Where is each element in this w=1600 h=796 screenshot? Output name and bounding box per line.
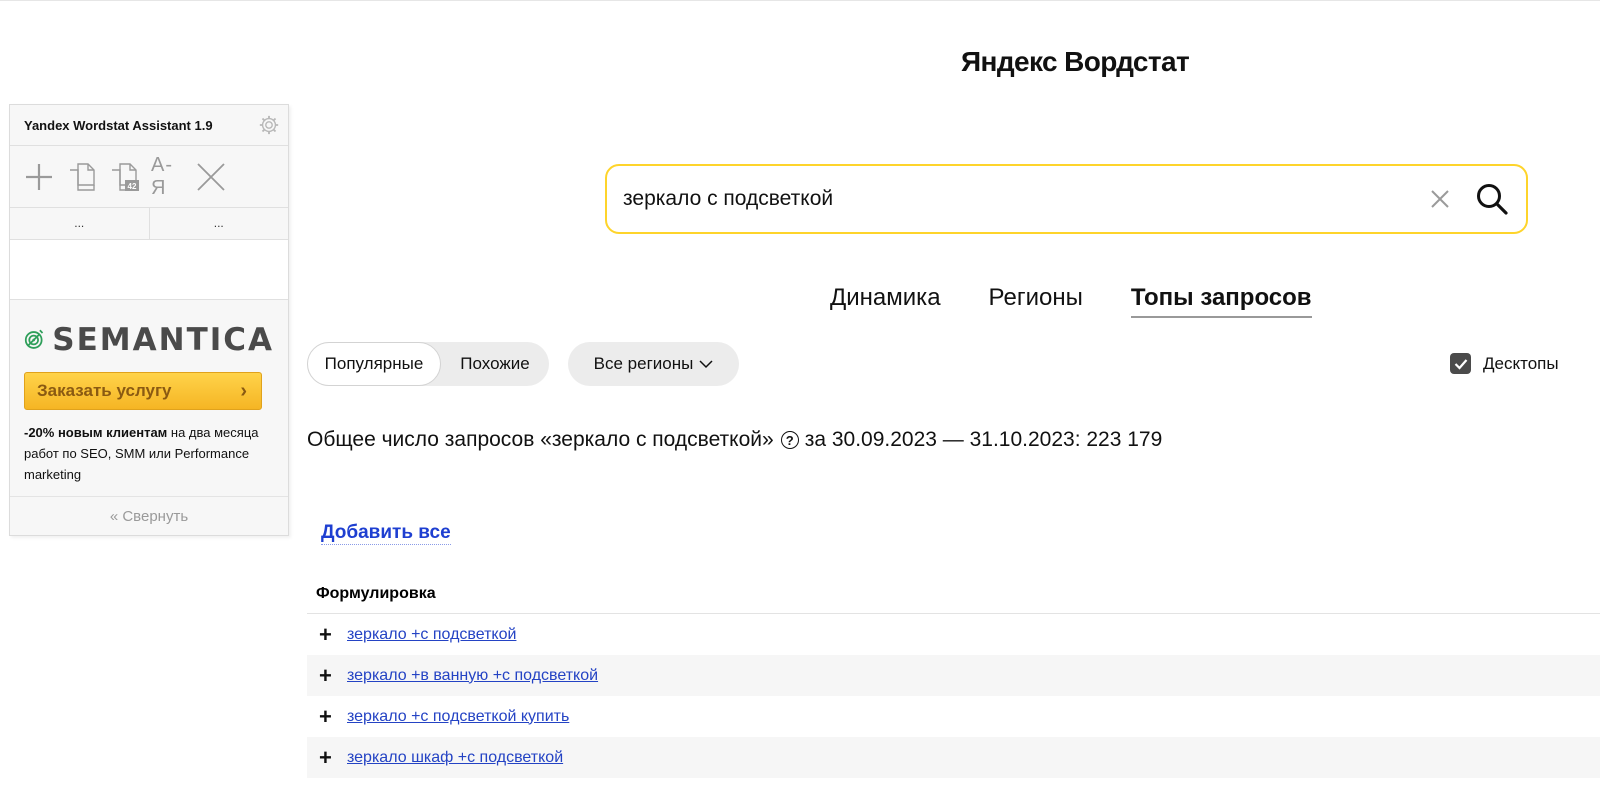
tab-top-queries[interactable]: Топы запросов <box>1130 284 1312 318</box>
wordstat-assistant-panel: Yandex Wordstat Assistant 1.9 42 А-Я ...… <box>9 104 289 536</box>
semantica-promo: SEMANTICA Заказать услугу › -20% новым к… <box>10 300 288 497</box>
table-row: + зеркало шкаф +с подсветкой <box>307 737 1600 778</box>
regions-dropdown[interactable]: Все регионы <box>568 342 739 386</box>
checkmark-icon <box>1454 358 1467 370</box>
semantica-logo[interactable]: SEMANTICA <box>24 314 274 366</box>
chevron-down-icon <box>699 360 713 369</box>
page-title[interactable]: Яндекс Вордстат <box>961 46 1190 78</box>
table-row: + зеркало +с подсветкой <box>307 614 1600 655</box>
add-all-link[interactable]: Добавить все <box>321 522 451 545</box>
help-icon[interactable]: ? <box>780 431 799 449</box>
desktop-label: Десктопы <box>1483 353 1559 373</box>
plus-icon[interactable]: + <box>319 623 347 646</box>
regions-dropdown-label: Все регионы <box>593 354 694 373</box>
top-divider <box>0 0 1600 1</box>
order-service-button[interactable]: Заказать услугу › <box>24 372 262 410</box>
add-icon[interactable] <box>22 160 55 194</box>
phrase-link[interactable]: зеркало шкаф +с подсветкой <box>347 749 563 767</box>
sort-az-icon[interactable]: А-Я <box>151 154 184 199</box>
chevron-right-icon: › <box>240 379 247 402</box>
popular-toggle[interactable]: Популярные <box>307 342 441 386</box>
query-type-switch: Популярные Похожие <box>307 342 549 386</box>
table-row: + зеркало +с подсветкой купить <box>307 696 1600 737</box>
phrase-link[interactable]: зеркало +с подсветкой <box>347 626 516 644</box>
queries-table: Формулировка + зеркало +с подсветкой + з… <box>307 575 1600 778</box>
gear-icon[interactable] <box>258 114 280 136</box>
assistant-header: Yandex Wordstat Assistant 1.9 <box>10 105 288 146</box>
copy-with-count-icon[interactable]: 42 <box>108 160 141 194</box>
clear-search-icon[interactable] <box>1427 186 1453 212</box>
total-suffix: за 30.09.2023 — 31.10.2023: 223 179 <box>804 428 1163 451</box>
assistant-tab-1[interactable]: ... <box>10 208 149 239</box>
search-input[interactable] <box>623 187 1403 211</box>
total-prefix: Общее число запросов «зеркало с подсветк… <box>307 428 774 451</box>
assistant-tab-2[interactable]: ... <box>148 208 289 239</box>
tab-regions[interactable]: Регионы <box>989 284 1083 318</box>
desktop-checkbox[interactable] <box>1450 353 1471 374</box>
assistant-list-area <box>10 240 288 300</box>
svg-text:42: 42 <box>127 182 136 191</box>
collapse-button[interactable]: « Свернуть <box>10 497 288 535</box>
assistant-title: Yandex Wordstat Assistant 1.9 <box>24 117 213 133</box>
table-row: + зеркало +в ванную +с подсветкой <box>307 655 1600 696</box>
plus-icon[interactable]: + <box>319 705 347 728</box>
desktop-filter: Десктопы <box>1450 353 1559 374</box>
phrase-link[interactable]: зеркало +в ванную +с подсветкой <box>347 667 598 685</box>
copy-icon[interactable] <box>65 160 98 194</box>
assistant-toolbar: 42 А-Я <box>10 146 288 208</box>
total-requests: Общее число запросов «зеркало с подсветк… <box>307 428 1162 452</box>
similar-toggle[interactable]: Похожие <box>441 342 549 386</box>
phrase-link[interactable]: зеркало +с подсветкой купить <box>347 708 569 726</box>
assistant-tabs: ... ... <box>10 208 288 240</box>
promo-text: -20% новым клиентам на два месяца работ … <box>24 425 259 482</box>
search-box <box>605 164 1528 234</box>
plus-icon[interactable]: + <box>319 664 347 687</box>
semantica-logo-icon <box>24 329 44 349</box>
plus-icon[interactable]: + <box>319 746 347 769</box>
tab-dynamics[interactable]: Динамика <box>830 284 941 318</box>
clear-list-icon[interactable] <box>194 160 227 194</box>
search-icon[interactable] <box>1475 182 1509 216</box>
report-tabs: Динамика Регионы Топы запросов <box>830 284 1312 318</box>
column-header-phrase: Формулировка <box>307 575 1600 614</box>
